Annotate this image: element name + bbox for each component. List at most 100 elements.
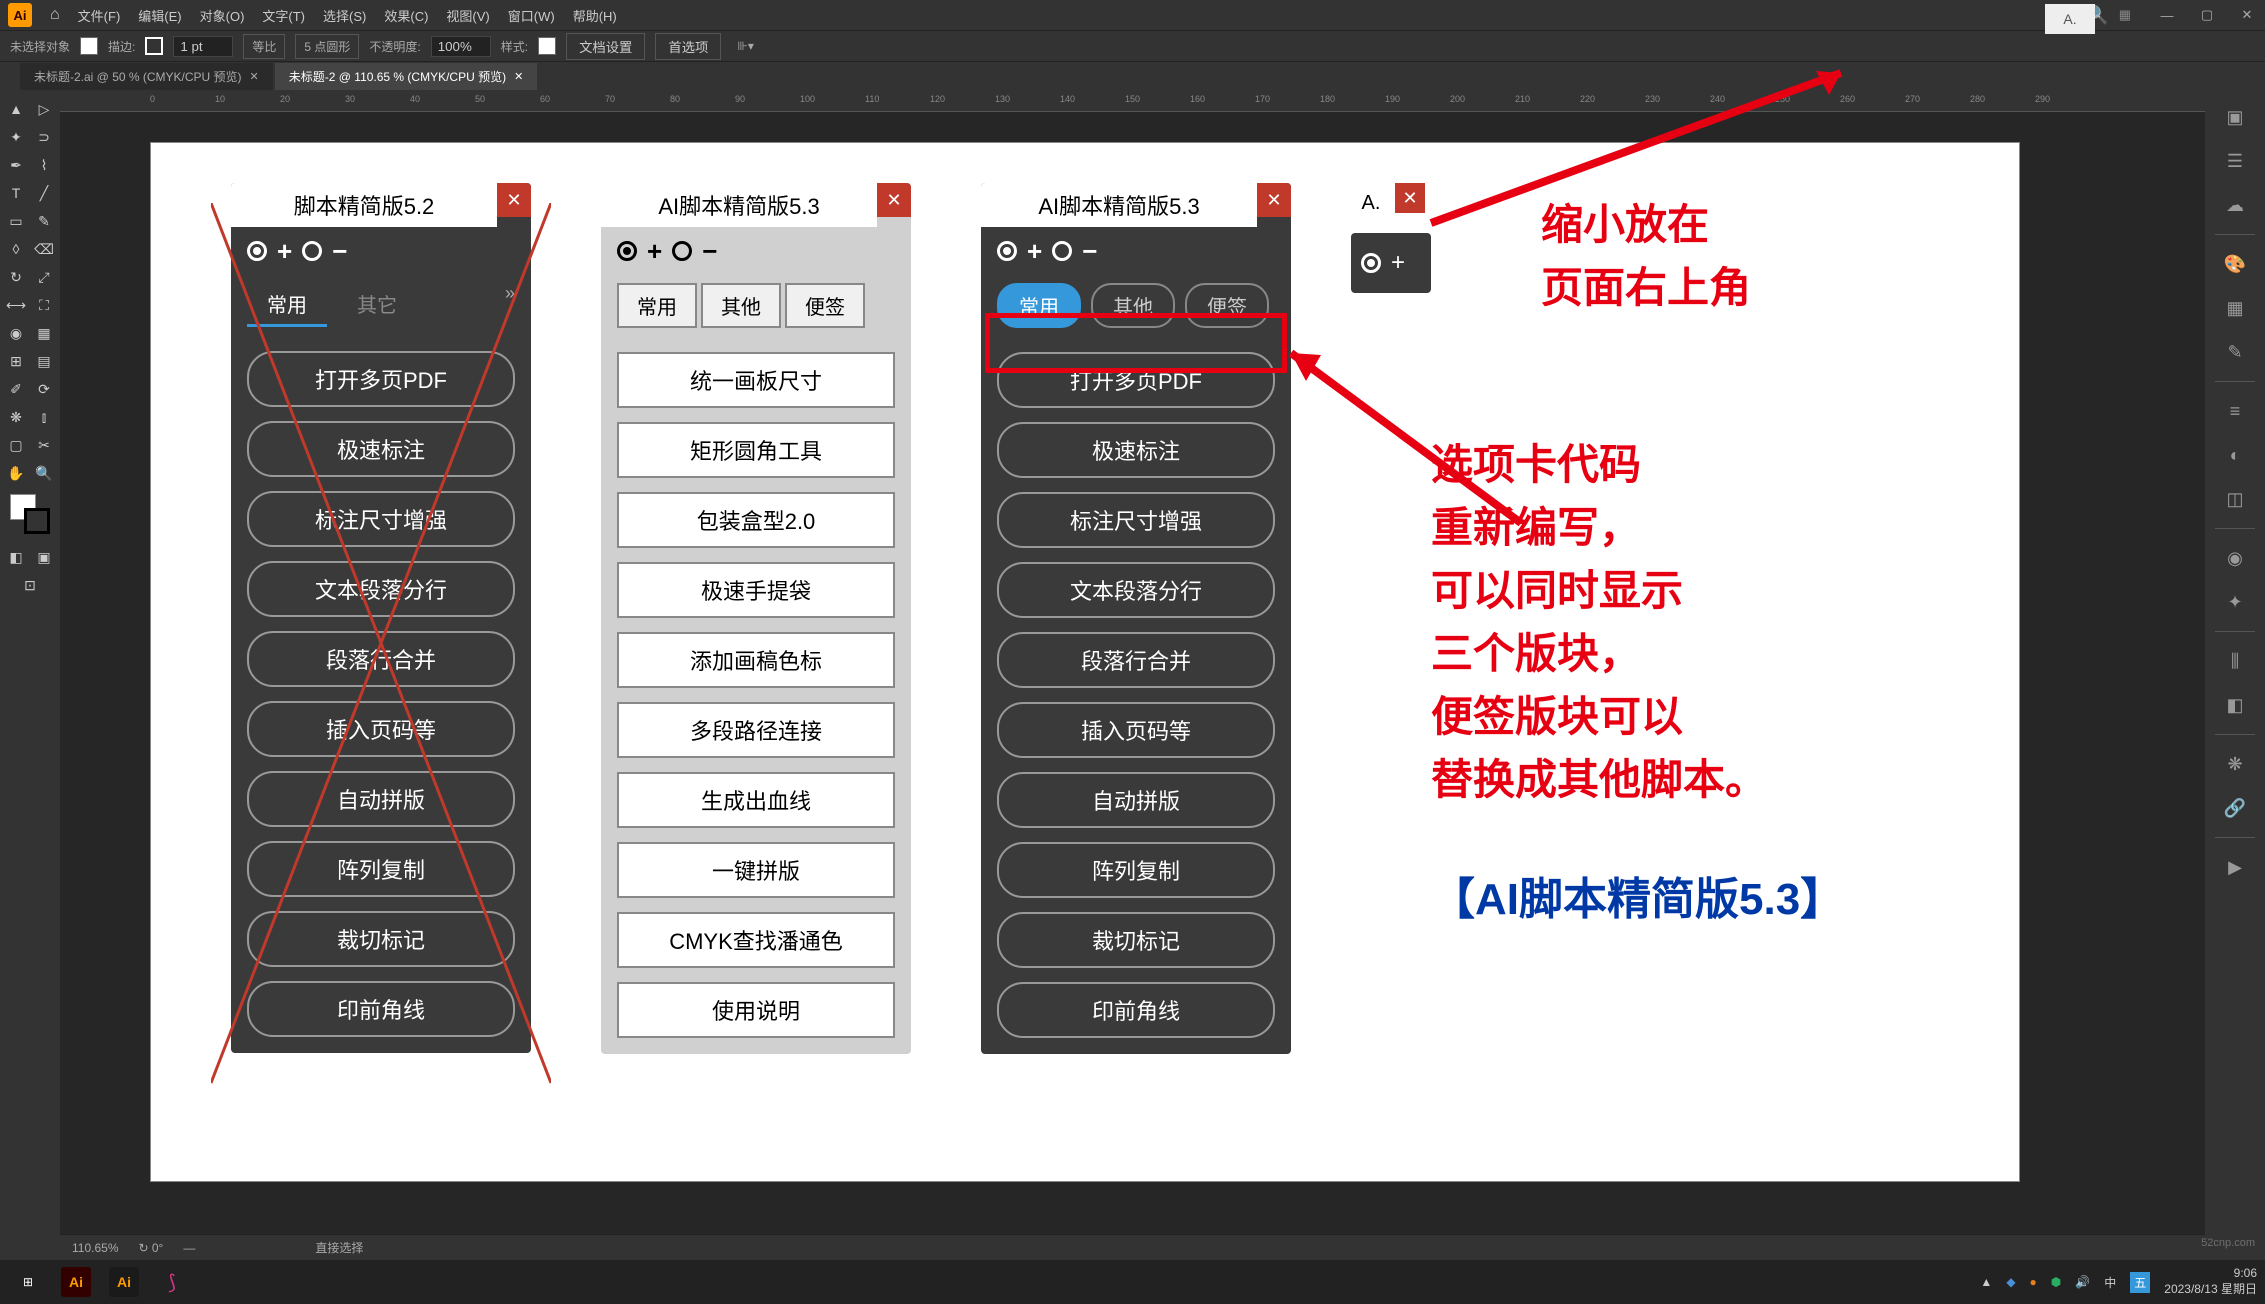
curvature-tool[interactable]: ⌇ (31, 152, 57, 178)
close-button[interactable]: ✕ (2237, 5, 2257, 25)
script-btn[interactable]: 段落行合并 (247, 631, 515, 687)
rotate-tool[interactable]: ↻ (3, 264, 29, 290)
eyedropper-tool[interactable]: ✐ (3, 376, 29, 402)
panel-close-button[interactable]: ✕ (877, 183, 911, 217)
symbols-panel-icon[interactable]: ❋ (2216, 745, 2254, 783)
script-btn[interactable]: 标注尺寸增强 (247, 491, 515, 547)
mesh-tool[interactable]: ⊞ (3, 348, 29, 374)
lasso-tool[interactable]: ⊃ (31, 124, 57, 150)
transparency-panel-icon[interactable]: ◫ (2216, 480, 2254, 518)
paintbrush-tool[interactable]: ✎ (31, 208, 57, 234)
script-btn[interactable]: 极速手提袋 (617, 562, 895, 618)
gradient-tool[interactable]: ▤ (31, 348, 57, 374)
script-btn[interactable]: 多段路径连接 (617, 702, 895, 758)
brushes-panel-icon[interactable]: ✎ (2216, 333, 2254, 371)
script-btn[interactable]: 阵列复制 (247, 841, 515, 897)
width-tool[interactable]: ⟷ (3, 292, 29, 318)
selection-tool[interactable]: ▲ (3, 96, 29, 122)
script-btn[interactable]: 统一画板尺寸 (617, 352, 895, 408)
start-button[interactable]: ⊞ (8, 1264, 48, 1300)
slice-tool[interactable]: ✂ (31, 432, 57, 458)
script-btn[interactable]: 矩形圆角工具 (617, 422, 895, 478)
tray-icon[interactable]: ◆ (2006, 1275, 2015, 1289)
close-icon[interactable]: ✕ (250, 70, 259, 83)
script-btn[interactable]: 使用说明 (617, 982, 895, 1038)
stroke-panel-icon[interactable]: ≡ (2216, 392, 2254, 430)
arrange-docs-icon[interactable]: ▦ (2119, 7, 2131, 23)
artboard-tool[interactable]: ▢ (3, 432, 29, 458)
align-panel-icon[interactable]: ⫼ (2216, 642, 2254, 680)
home-icon[interactable]: ⌂ (50, 6, 60, 24)
direct-selection-tool[interactable]: ▷ (31, 96, 57, 122)
pen-tool[interactable]: ✒ (3, 152, 29, 178)
zoom-level[interactable]: 110.65% (72, 1241, 118, 1255)
tray-icon[interactable]: ▲ (1980, 1275, 1992, 1289)
rotate-view-icon[interactable]: ↻ 0° (138, 1241, 163, 1255)
script-btn[interactable]: 打开多页PDF (247, 351, 515, 407)
tray-icon[interactable]: ● (2030, 1275, 2037, 1289)
properties-panel-icon[interactable]: ▣ (2216, 98, 2254, 136)
taskbar-app-ai-2[interactable]: Ai (104, 1264, 144, 1300)
script-btn[interactable]: 生成出血线 (617, 772, 895, 828)
radio-2[interactable] (302, 241, 322, 261)
radio-1[interactable] (617, 241, 637, 261)
menu-window[interactable]: 窗口(W) (508, 6, 555, 25)
chevron-right-icon[interactable]: » (505, 283, 515, 327)
panel-close-button[interactable]: ✕ (497, 183, 531, 217)
rectangle-tool[interactable]: ▭ (3, 208, 29, 234)
draw-mode-icon[interactable]: ▣ (31, 544, 57, 570)
perspective-tool[interactable]: ▦ (31, 320, 57, 346)
menu-help[interactable]: 帮助(H) (573, 6, 617, 25)
doc-tab-2[interactable]: 未标题-2 @ 110.65 % (CMYK/CPU 预览) ✕ (275, 63, 538, 90)
eraser-tool[interactable]: ⌫ (31, 236, 57, 262)
menu-file[interactable]: 文件(F) (78, 6, 121, 25)
screen-mode-icon[interactable]: ⊡ (17, 572, 43, 598)
color-panel-icon[interactable]: 🎨 (2216, 245, 2254, 283)
prefs-button[interactable]: 首选项 (655, 33, 721, 60)
free-transform-tool[interactable]: ⛶ (31, 292, 57, 318)
script-btn[interactable]: 印前角线 (247, 981, 515, 1037)
opacity-input[interactable] (431, 36, 491, 57)
script-btn[interactable]: 极速标注 (247, 421, 515, 477)
script-btn[interactable]: CMYK查找潘通色 (617, 912, 895, 968)
minimize-button[interactable]: — (2157, 5, 2177, 25)
symbol-sprayer-tool[interactable]: ❋ (3, 404, 29, 430)
menu-select[interactable]: 选择(S) (323, 6, 366, 25)
tab-other[interactable]: 其它 (337, 283, 417, 327)
hand-tool[interactable]: ✋ (3, 460, 29, 486)
layers-panel-icon[interactable]: ☰ (2216, 142, 2254, 180)
script-btn[interactable]: 裁切标记 (247, 911, 515, 967)
uniform-label[interactable]: 等比 (243, 34, 285, 59)
tab-notes[interactable]: 便签 (785, 283, 865, 328)
brush-preset[interactable]: 5 点圆形 (295, 34, 359, 59)
shaper-tool[interactable]: ◊ (3, 236, 29, 262)
minimized-script-panel[interactable]: A. (2045, 4, 2095, 34)
script-btn[interactable]: 印前角线 (997, 982, 1275, 1038)
panel-close-button[interactable]: ✕ (1395, 183, 1425, 213)
script-btn[interactable]: 自动拼版 (247, 771, 515, 827)
taskbar-clock[interactable]: 9:06 2023/8/13 星期日 (2164, 1266, 2257, 1297)
script-btn[interactable]: 自动拼版 (997, 772, 1275, 828)
canvas[interactable]: 脚本精简版5.2 ✕ + − 常用 其它 » 打开多页PDF 极速标注 (60, 112, 2205, 1234)
stroke-weight-input[interactable] (173, 36, 233, 57)
radio-icon[interactable] (1361, 253, 1381, 273)
swatches-panel-icon[interactable]: ▦ (2216, 289, 2254, 327)
menu-edit[interactable]: 编辑(E) (138, 6, 181, 25)
radio-1[interactable] (997, 241, 1017, 261)
script-btn[interactable]: 裁切标记 (997, 912, 1275, 968)
libraries-panel-icon[interactable]: ☁ (2216, 186, 2254, 224)
script-btn[interactable]: 段落行合并 (997, 632, 1275, 688)
gradient-panel-icon[interactable]: ◐ (2216, 436, 2254, 474)
fill-swatch[interactable] (80, 37, 98, 55)
radio-1[interactable] (247, 241, 267, 261)
type-tool[interactable]: T (3, 180, 29, 206)
doc-tab-1[interactable]: 未标题-2.ai @ 50 % (CMYK/CPU 预览) ✕ (20, 63, 273, 90)
script-btn[interactable]: 包装盒型2.0 (617, 492, 895, 548)
scale-tool[interactable]: ⤢ (31, 264, 57, 290)
graph-tool[interactable]: ⫾ (31, 404, 57, 430)
script-btn[interactable]: 一键拼版 (617, 842, 895, 898)
tray-volume-icon[interactable]: 🔊 (2075, 1275, 2090, 1289)
close-icon[interactable]: ✕ (514, 70, 523, 83)
script-btn[interactable]: 标注尺寸增强 (997, 492, 1275, 548)
pathfinder-panel-icon[interactable]: ◧ (2216, 686, 2254, 724)
